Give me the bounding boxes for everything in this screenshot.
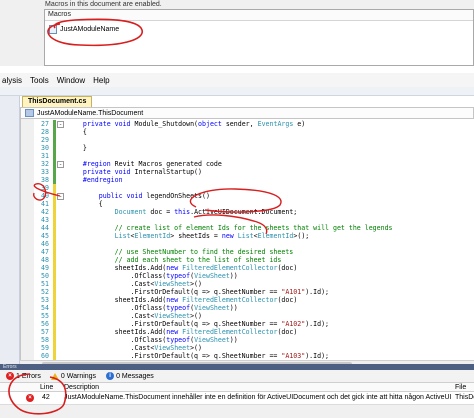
column-header-description[interactable]: Description <box>64 383 99 392</box>
class-icon <box>25 109 34 117</box>
info-icon: i <box>106 372 115 380</box>
column-header-file[interactable]: File <box>455 383 466 392</box>
error-icon: × <box>26 394 34 402</box>
warnings-filter-button[interactable]: 0 Warnings <box>50 372 97 380</box>
menu-bar: alysis Tools Window Help <box>0 73 474 87</box>
macros-panel: Macros in this document are enabled. Mac… <box>0 0 474 66</box>
error-icon: × <box>6 372 14 380</box>
error-list-filters: × 1 Errors 0 Warnings i 0 Messages <box>0 370 474 382</box>
menu-analysis[interactable]: alysis <box>2 76 22 85</box>
menu-tools[interactable]: Tools <box>30 76 49 85</box>
type-navigation-bar[interactable]: JustAModuleName.ThisDocument <box>20 107 474 119</box>
errors-count: 1 Errors <box>16 372 41 380</box>
menu-help[interactable]: Help <box>93 76 109 85</box>
error-line: 42 <box>42 394 50 401</box>
column-header-line[interactable]: Line <box>40 383 53 392</box>
collapse-toggle-icon[interactable]: - <box>57 193 64 200</box>
messages-filter-button[interactable]: i 0 Messages <box>106 372 154 380</box>
error-list-header: Line Description File <box>0 382 474 392</box>
error-description: JustAModuleName.ThisDocument innehåller … <box>64 394 452 401</box>
error-list-empty-area <box>0 404 474 418</box>
nav-path: JustAModuleName.ThisDocument <box>37 109 144 117</box>
code-editor[interactable]: 27- private void Module_Shutdown(object … <box>20 119 474 361</box>
menu-window[interactable]: Window <box>57 76 85 85</box>
toolbar <box>0 87 474 96</box>
messages-count: 0 Messages <box>116 372 154 380</box>
side-panel-strip <box>0 96 20 366</box>
macros-enabled-notice: Macros in this document are enabled. <box>45 1 162 8</box>
macro-module-label: JustAModuleName <box>60 26 120 33</box>
screenshot-gap <box>0 66 474 73</box>
collapse-toggle-icon[interactable]: - <box>57 161 64 168</box>
error-row[interactable]: × 42 JustAModuleName.ThisDocument innehå… <box>0 392 474 404</box>
macro-module-item[interactable]: JustAModuleName <box>49 24 119 35</box>
errors-filter-button[interactable]: × 1 Errors <box>6 372 41 380</box>
tab-thisdocument[interactable]: ThisDocument.cs <box>22 96 93 107</box>
error-file: ThisDo <box>455 394 474 401</box>
macros-header: Macros <box>45 10 473 21</box>
module-icon <box>49 25 57 34</box>
collapse-toggle-icon[interactable]: - <box>57 121 64 128</box>
macros-tree: Macros JustAModuleName <box>44 9 474 66</box>
warning-icon <box>50 372 59 380</box>
warnings-count: 0 Warnings <box>60 372 97 380</box>
